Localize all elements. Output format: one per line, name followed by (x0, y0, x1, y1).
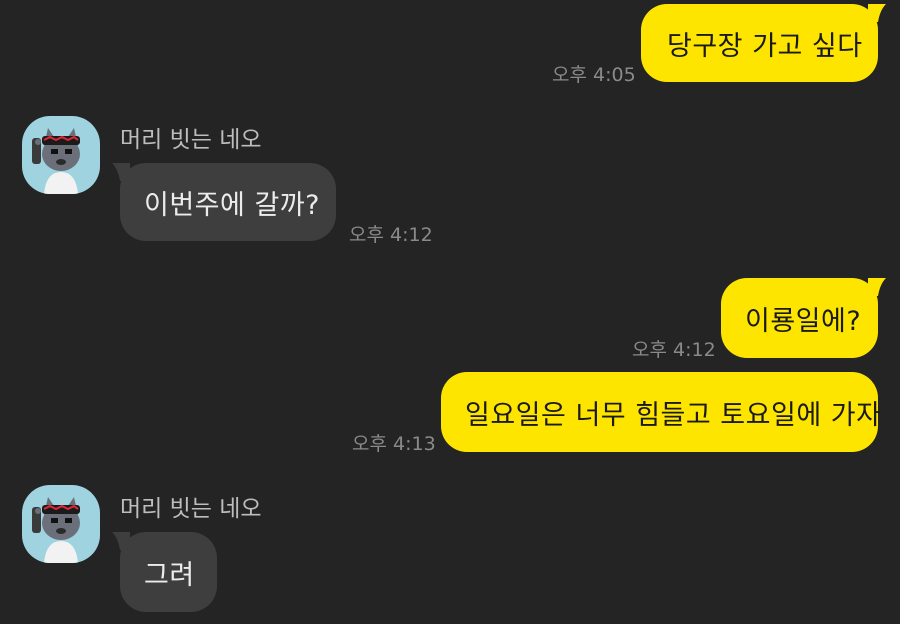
bubble-tail (112, 163, 130, 181)
message-text: 일요일은 너무 힘들고 토요일에 가자 (465, 399, 882, 431)
outgoing-message-bubble[interactable]: 일요일은 너무 힘들고 토요일에 가자 (441, 372, 882, 452)
neo-combing-hair-avatar-icon[interactable] (22, 116, 100, 194)
message-time: 오후 4:05 (552, 64, 636, 86)
message-text: 이번주에 갈까? (144, 189, 320, 221)
bubble-tail (868, 278, 886, 296)
bubble-tail (868, 4, 886, 22)
outgoing-message-bubble[interactable]: 당구장 가고 싶다 (641, 4, 886, 82)
outgoing-message-bubble[interactable]: 이룡일에? (721, 278, 886, 358)
incoming-message-bubble[interactable]: 그려 (112, 532, 217, 612)
neo-combing-hair-avatar-icon[interactable] (22, 485, 100, 563)
message-time: 오후 4:13 (352, 433, 436, 455)
message-text: 이룡일에? (745, 305, 862, 337)
bubble-tail (112, 532, 130, 550)
message-time: 오후 4:12 (632, 339, 716, 361)
message-text: 그려 (144, 559, 195, 591)
sender-name: 머리 빗는 네오 (120, 127, 262, 153)
message-time: 오후 4:12 (349, 224, 433, 246)
incoming-message-bubble[interactable]: 이번주에 갈까? (112, 163, 336, 241)
sender-name: 머리 빗는 네오 (120, 496, 262, 522)
message-text: 당구장 가고 싶다 (667, 30, 863, 62)
